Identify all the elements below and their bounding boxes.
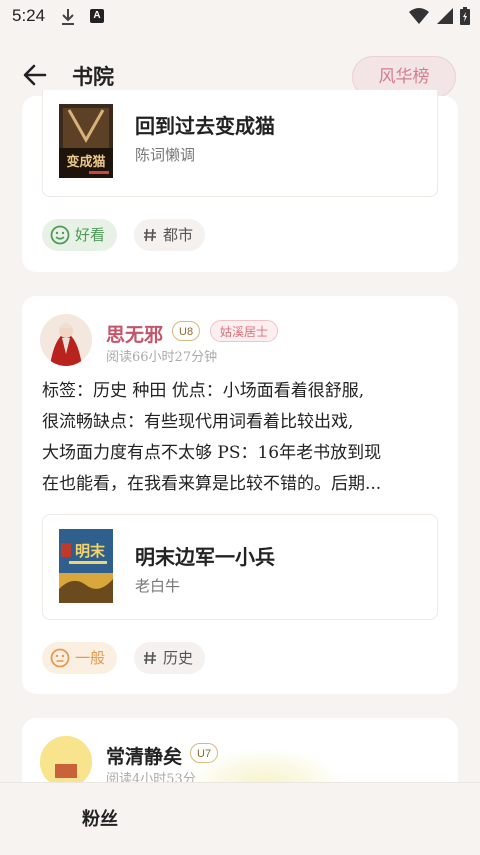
rating-tag[interactable]: 好看 (42, 219, 118, 251)
book-author: 老白牛 (135, 577, 181, 595)
download-icon (62, 9, 74, 25)
battery-icon (460, 7, 470, 25)
level-badge: U8 (172, 321, 201, 341)
book-card[interactable]: 变成猫 回到过去变成猫 陈词懒调 (42, 90, 438, 197)
review-card[interactable]: 思无邪 U8 姑溪居士 阅读66小时27分钟 标签：历史 种田 优点：小场面看着… (22, 296, 458, 694)
hashtag-icon (144, 651, 156, 665)
review-card[interactable]: 变成猫 回到过去变成猫 陈词懒调 好看 都市 (22, 90, 458, 272)
book-cover: 明末 (59, 529, 113, 603)
fans-tab[interactable]: 粉丝 (82, 805, 118, 831)
review-line: 大场面力度有点不太够 PS：16年老书放到现 (42, 443, 382, 463)
page-title: 书院 (72, 64, 114, 89)
book-card[interactable]: 明末 明末边军一小兵 老白牛 (42, 514, 438, 620)
rating-tag[interactable]: 一般 (42, 642, 118, 674)
cover-text: 明末 (75, 542, 106, 560)
avatar[interactable] (40, 314, 92, 366)
status-right (408, 7, 470, 25)
wifi-icon (409, 8, 429, 24)
book-title: 回到过去变成猫 (135, 114, 275, 138)
read-time: 阅读66小时27分钟 (106, 350, 218, 365)
signal-icon (437, 8, 453, 24)
cover-text: 变成猫 (66, 154, 105, 170)
title-badge: 姑溪居士 (210, 320, 279, 342)
bottom-bar: 粉丝 (0, 782, 480, 855)
status-bar: 5:24 A (0, 0, 480, 34)
genre-tag[interactable]: 历史 (134, 642, 206, 674)
book-cover: 变成猫 (59, 104, 113, 178)
review-line: 在也能看，在我看来算是比较不错的。后期... (42, 474, 382, 494)
avatar[interactable] (40, 736, 92, 788)
user-name[interactable]: 思无邪 (106, 320, 163, 347)
book-title: 明末边军一小兵 (135, 545, 275, 569)
review-line: 很流畅缺点：有些现代用词看着比较出戏, (42, 412, 354, 432)
a-badge-icon: A (90, 9, 104, 23)
status-time: 5:24 (12, 6, 46, 25)
review-line: 标签：历史 种田 优点：小场面看着很舒服, (42, 381, 365, 401)
genre-label: 历史 (163, 649, 194, 667)
genre-tag[interactable]: 都市 (134, 219, 206, 251)
smile-icon (50, 225, 70, 245)
avatar-image (40, 736, 92, 788)
avatar-image (40, 314, 92, 366)
genre-label: 都市 (163, 226, 194, 244)
book-author: 陈词懒调 (135, 146, 196, 164)
rating-label: 一般 (75, 649, 106, 667)
neutral-face-icon (50, 648, 70, 668)
back-arrow-icon[interactable] (20, 60, 50, 90)
user-name[interactable]: 常清静矣 (106, 742, 182, 769)
hashtag-icon (144, 228, 156, 242)
rating-label: 好看 (75, 226, 106, 244)
review-text[interactable]: 标签：历史 种田 优点：小场面看着很舒服, 很流畅缺点：有些现代用词看着比较出戏… (42, 376, 442, 500)
